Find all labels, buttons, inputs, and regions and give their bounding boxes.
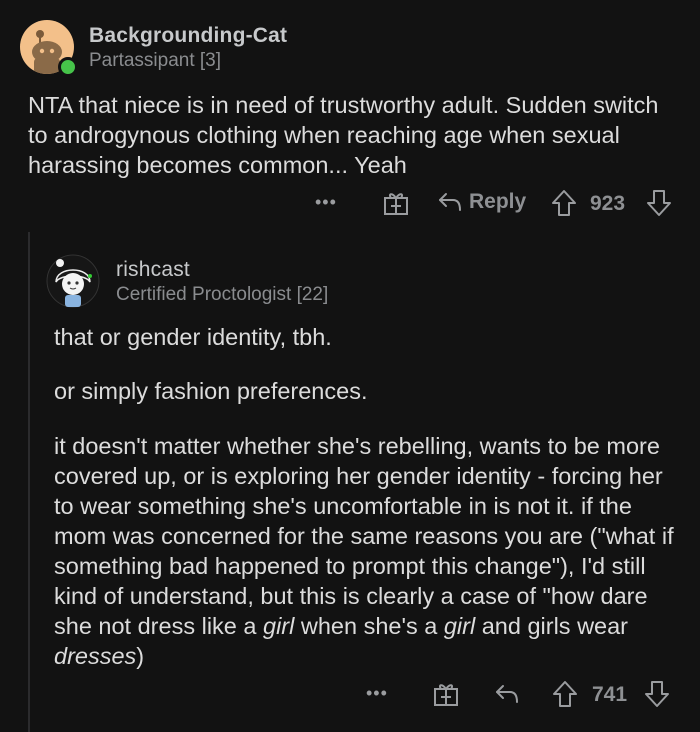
p3-text-c: and girls wear xyxy=(475,613,629,639)
p3-text-a: it doesn't matter whether she's rebellin… xyxy=(54,433,674,639)
p3-emphasis-2: girl xyxy=(443,613,476,639)
reply-upvote-icon[interactable] xyxy=(552,680,578,708)
award-icon[interactable] xyxy=(383,190,409,216)
p3-text-b: when she's a xyxy=(294,613,444,639)
thread-line[interactable] xyxy=(28,232,30,732)
downvote-icon[interactable] xyxy=(646,189,672,217)
reply-downvote-icon[interactable] xyxy=(644,680,670,708)
reply-label: Reply xyxy=(469,190,527,213)
reply-avatar[interactable] xyxy=(46,254,100,308)
online-indicator xyxy=(58,57,78,77)
reply-vote-score: 741 xyxy=(592,683,628,706)
comment-flair: Partassipant [3] xyxy=(89,50,222,71)
reply-award-icon[interactable] xyxy=(433,681,459,707)
vote-score: 923 xyxy=(590,192,626,215)
reply-paragraph-1: that or gender identity, tbh. xyxy=(54,324,332,350)
p3-text-d: ) xyxy=(136,643,145,669)
comment-body: NTA that niece is in need of trustworthy… xyxy=(28,92,659,178)
reply-reply-icon[interactable] xyxy=(494,682,520,706)
reply-more-options-button[interactable]: ••• xyxy=(366,683,388,704)
reply-button[interactable]: Reply xyxy=(437,190,526,214)
reply-flair: Certified Proctologist [22] xyxy=(116,284,329,305)
reply-paragraph-3: it doesn't matter whether she's rebellin… xyxy=(54,431,684,671)
upvote-icon[interactable] xyxy=(551,189,577,217)
p3-emphasis-3: dresses xyxy=(54,643,137,669)
p3-emphasis-1: girl xyxy=(263,613,295,639)
reply-username[interactable]: rishcast xyxy=(116,258,190,282)
reply-paragraph-2: or simply fashion preferences. xyxy=(54,378,368,404)
reply-arrow-icon xyxy=(437,190,463,214)
more-options-button[interactable]: ••• xyxy=(315,192,337,213)
comment-username[interactable]: Backgrounding-Cat xyxy=(89,24,287,48)
